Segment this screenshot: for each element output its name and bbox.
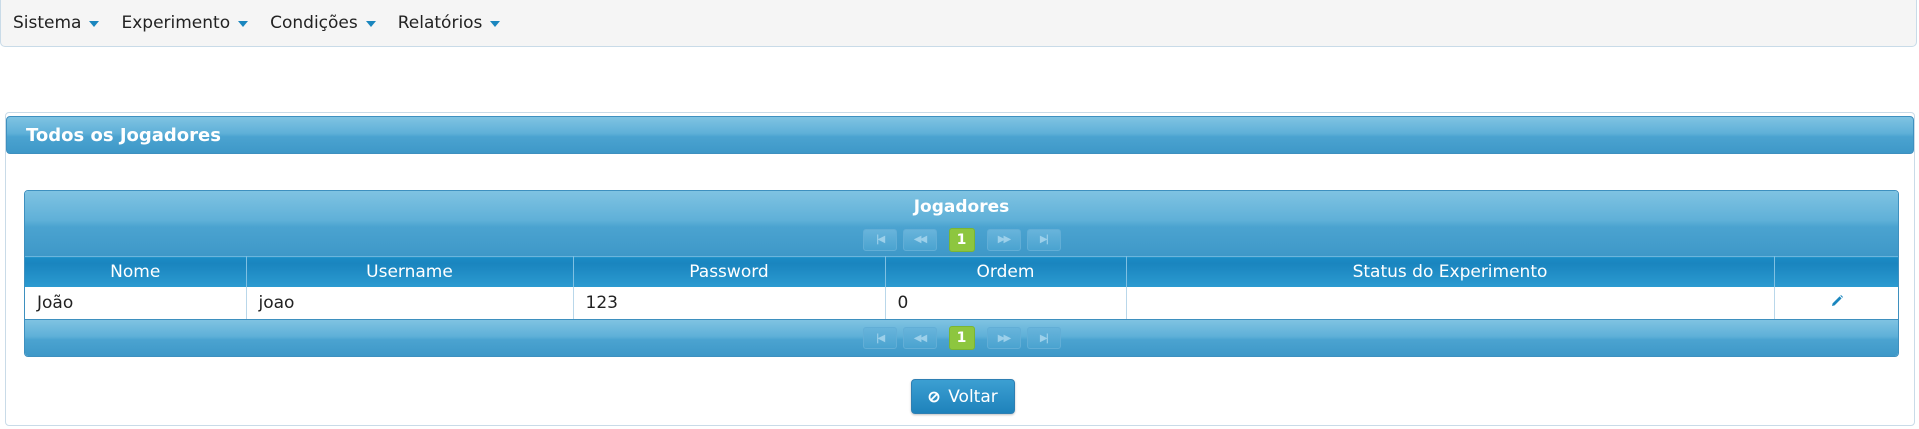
- last-page-icon[interactable]: ▶|: [1026, 228, 1061, 251]
- caret-down-icon: [490, 21, 501, 27]
- first-page-icon[interactable]: |◀: [862, 228, 897, 251]
- players-panel: Todos os Jogadores Jogadores |◀ ◀◀ 1 ▶▶ …: [5, 112, 1915, 426]
- menu-experimento[interactable]: Experimento: [121, 13, 249, 33]
- menu-relatorios[interactable]: Relatórios: [398, 13, 501, 33]
- page-number-active[interactable]: 1: [948, 227, 975, 252]
- pencil-icon[interactable]: [1830, 293, 1844, 313]
- last-page-icon[interactable]: ▶|: [1026, 327, 1061, 349]
- prev-page-icon[interactable]: ◀◀: [902, 228, 937, 251]
- caret-down-icon: [365, 21, 376, 27]
- next-page-icon[interactable]: ▶▶: [986, 327, 1021, 349]
- players-datatable: Jogadores |◀ ◀◀ 1 ▶▶ ▶| Nome Username Pa…: [24, 190, 1899, 357]
- paginator-top: |◀ ◀◀ 1 ▶▶ ▶|: [25, 223, 1898, 256]
- datatable-title: Jogadores: [913, 197, 1010, 217]
- cell-nome: João: [25, 287, 247, 320]
- column-header-actions: [1774, 256, 1898, 287]
- next-page-icon[interactable]: ▶▶: [986, 228, 1021, 251]
- table-row[interactable]: João joao 123 0: [25, 287, 1898, 320]
- column-header-password[interactable]: Password: [573, 256, 886, 287]
- datatable-footer: |◀ ◀◀ 1 ▶▶ ▶|: [25, 320, 1898, 356]
- first-page-icon[interactable]: |◀: [862, 327, 897, 349]
- prev-page-icon[interactable]: ◀◀: [902, 327, 937, 349]
- column-header-status[interactable]: Status do Experimento: [1126, 256, 1775, 287]
- datatable-header: Jogadores |◀ ◀◀ 1 ▶▶ ▶|: [25, 191, 1898, 256]
- cell-ordem: 0: [885, 287, 1127, 320]
- cell-password: 123: [573, 287, 886, 320]
- menu-condicoes-label: Condições: [270, 13, 358, 33]
- back-button[interactable]: Voltar: [911, 379, 1015, 414]
- column-header-username[interactable]: Username: [246, 256, 574, 287]
- menu-experimento-label: Experimento: [121, 13, 231, 33]
- column-header-nome[interactable]: Nome: [25, 256, 247, 287]
- page-number-active[interactable]: 1: [948, 326, 975, 350]
- players-table: Nome Username Password Ordem Status do E…: [25, 256, 1898, 320]
- menu-sistema-label: Sistema: [13, 13, 82, 33]
- table-header-row: Nome Username Password Ordem Status do E…: [25, 256, 1898, 287]
- cell-actions: [1774, 287, 1898, 320]
- panel-header: Todos os Jogadores: [6, 116, 1914, 154]
- cell-username: joao: [246, 287, 574, 320]
- menu-relatorios-label: Relatórios: [397, 13, 483, 33]
- cell-status: [1126, 287, 1775, 320]
- caret-down-icon: [89, 21, 100, 27]
- menubar: Sistema Experimento Condições Relatórios: [0, 0, 1917, 47]
- panel-title: Todos os Jogadores: [26, 124, 221, 146]
- cancel-icon: [928, 391, 940, 402]
- column-header-ordem[interactable]: Ordem: [885, 256, 1127, 287]
- paginator-bottom: |◀ ◀◀ 1 ▶▶ ▶|: [25, 320, 1898, 356]
- back-button-label: Voltar: [948, 386, 998, 407]
- menu-sistema[interactable]: Sistema: [13, 13, 100, 33]
- caret-down-icon: [238, 21, 249, 27]
- menu-condicoes[interactable]: Condições: [270, 13, 376, 33]
